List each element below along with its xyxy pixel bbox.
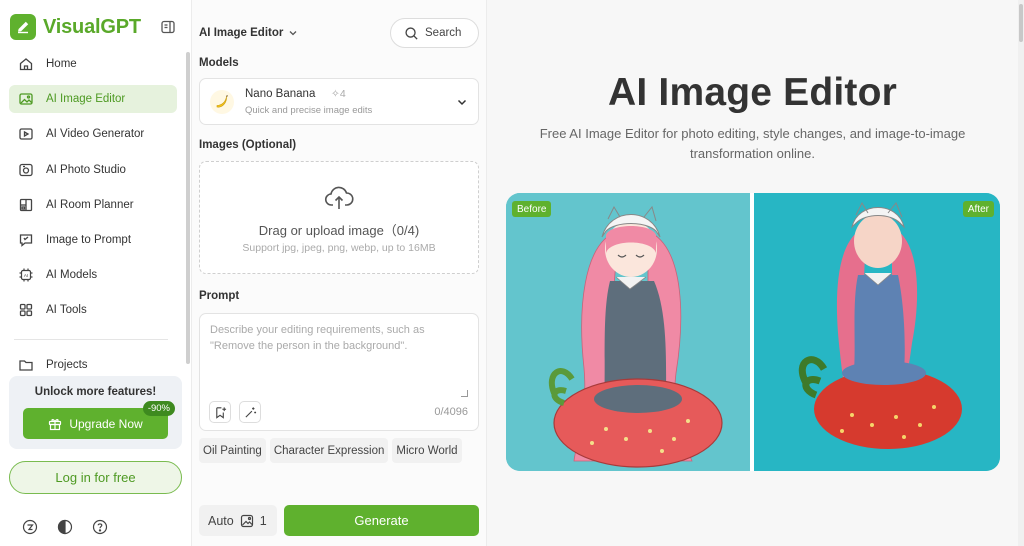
svg-text:AI: AI — [24, 273, 28, 278]
upload-instructions: Drag or upload image（0/4) — [258, 223, 420, 238]
sidebar-collapse-icon[interactable] — [160, 19, 176, 35]
sidebar-item-ai-image-editor[interactable]: AI Image Editor — [9, 85, 177, 114]
model-select[interactable]: Nano Banana ✧4 Quick and precise image e… — [199, 78, 479, 125]
sidebar-item-label: Image to Prompt — [46, 233, 132, 246]
prompt-placeholder: Describe your editing requirements, such… — [210, 324, 425, 352]
after-label: After — [962, 201, 994, 217]
images-label: Images (Optional) — [199, 139, 297, 151]
discount-badge: -90% — [142, 401, 175, 416]
discord-icon[interactable] — [22, 519, 38, 535]
sidebar-divider — [14, 339, 168, 340]
sidebar-item-label: AI Room Planner — [46, 198, 134, 211]
generate-button[interactable]: Generate — [284, 505, 479, 536]
resize-handle[interactable] — [461, 390, 468, 397]
search-label: Search — [425, 27, 462, 39]
home-icon — [19, 58, 33, 71]
sidebar-item-ai-photo-studio[interactable]: AI Photo Studio — [9, 156, 177, 184]
sidebar-item-image-to-prompt[interactable]: Image to Prompt — [9, 226, 177, 254]
sidebar-item-label: AI Video Generator — [46, 128, 145, 141]
prompt-textarea[interactable]: Describe your editing requirements, such… — [199, 313, 479, 431]
chevron-down-icon — [289, 31, 297, 36]
image-count: 1 — [259, 513, 267, 528]
before-image: Before — [506, 193, 750, 471]
search-icon — [405, 26, 418, 40]
style-chips: Oil Painting Character Expression Micro … — [199, 438, 462, 463]
chip-oil-painting[interactable]: Oil Painting — [199, 438, 266, 463]
upgrade-promo-card: Unlock more features! Upgrade Now -90% — [9, 376, 182, 449]
chip-character-expression[interactable]: Character Expression — [269, 438, 389, 463]
gift-icon — [49, 418, 62, 430]
sidebar-nav: Home AI Image Editor AI Video Generator … — [9, 50, 177, 332]
bookmark-add-icon — [215, 406, 226, 419]
ai-chip-icon: AI — [19, 268, 33, 282]
scrollbar-thumb[interactable] — [1019, 4, 1023, 42]
before-after-comparison: Before After — [506, 193, 1000, 471]
image-count-icon — [240, 514, 253, 527]
banana-icon — [210, 90, 234, 114]
model-credit-value: 4 — [339, 88, 346, 100]
model-credits: ✧4 — [331, 88, 346, 100]
login-button[interactable]: Log in for free — [9, 461, 182, 494]
page-title: AI Image Editor — [607, 71, 898, 114]
sidebar-item-label: AI Models — [46, 269, 98, 282]
sidebar-item-label: AI Photo Studio — [46, 163, 126, 176]
brand-name: VisualGPT — [43, 15, 141, 38]
prompt-icon — [19, 234, 33, 247]
sidebar-item-ai-models[interactable]: AI AI Models — [9, 261, 177, 289]
sidebar-item-label: AI Tools — [46, 304, 87, 317]
aspect-auto-label: Auto — [208, 513, 234, 528]
upload-formats: Support jpg, jpeg, png, webp, up to 16MB — [242, 242, 436, 254]
upgrade-now-button[interactable]: Upgrade Now -90% — [23, 401, 175, 439]
image-upload-dropzone[interactable]: Drag or upload image（0/4) Support jpg, j… — [199, 161, 479, 274]
output-settings-button[interactable]: Auto 1 — [199, 505, 277, 536]
magic-wand-icon — [244, 406, 256, 418]
models-label: Models — [199, 57, 239, 69]
sidebar-scrollbar[interactable] — [186, 52, 190, 364]
promo-title: Unlock more features! — [34, 386, 157, 398]
pencil-logo-icon — [10, 14, 36, 40]
after-image: After — [754, 193, 1000, 471]
tool-name: AI Image Editor — [199, 27, 284, 39]
room-icon — [19, 198, 33, 211]
page-subtitle: Free AI Image Editor for photo editing, … — [539, 126, 966, 161]
upgrade-label: Upgrade Now — [69, 416, 143, 431]
main-scrollbar[interactable] — [1018, 0, 1024, 546]
image-edit-icon — [19, 93, 33, 105]
sidebar-item-projects[interactable]: Projects — [9, 352, 177, 378]
model-name: Nano Banana — [245, 88, 316, 100]
sidebar-item-ai-tools[interactable]: AI Tools — [9, 296, 177, 324]
before-label: Before — [512, 201, 552, 217]
magic-enhance-button[interactable] — [239, 401, 261, 423]
editor-panel: AI Image Editor Search Models Nano Banan… — [192, 0, 487, 546]
cloud-upload-icon — [324, 186, 354, 209]
chip-micro-world[interactable]: Micro World — [392, 438, 462, 463]
prompt-library-button[interactable] — [209, 401, 231, 423]
brand-logo[interactable]: VisualGPT — [10, 14, 141, 40]
sidebar-item-ai-room-planner[interactable]: AI Room Planner — [9, 191, 177, 219]
tool-selector[interactable]: AI Image Editor — [199, 27, 298, 39]
sidebar-item-ai-video-generator[interactable]: AI Video Generator — [9, 120, 177, 148]
theme-icon[interactable] — [57, 519, 73, 535]
sidebar-item-label: Home — [46, 58, 77, 70]
footer-icons — [22, 519, 108, 535]
prompt-char-count: 0/4096 — [434, 406, 468, 418]
video-icon — [19, 128, 33, 141]
sidebar-item-label: AI Image Editor — [46, 93, 126, 106]
grid-icon — [19, 304, 33, 317]
app-window: VisualGPT Home AI Image Editor AI Video … — [0, 0, 1024, 546]
folder-icon — [19, 360, 33, 371]
help-icon[interactable] — [92, 519, 108, 535]
search-button[interactable]: Search — [390, 18, 479, 48]
prompt-label: Prompt — [199, 290, 240, 302]
camera-icon — [19, 163, 33, 176]
projects-label: Projects — [46, 359, 88, 371]
chevron-down-icon — [457, 99, 467, 106]
main-content: AI Image Editor Free AI Image Editor for… — [487, 0, 1024, 546]
sidebar: VisualGPT Home AI Image Editor AI Video … — [0, 0, 192, 546]
model-description: Quick and precise image edits — [245, 105, 373, 116]
sparkle-icon: ✧ — [331, 88, 340, 100]
sidebar-item-home[interactable]: Home — [9, 50, 177, 78]
